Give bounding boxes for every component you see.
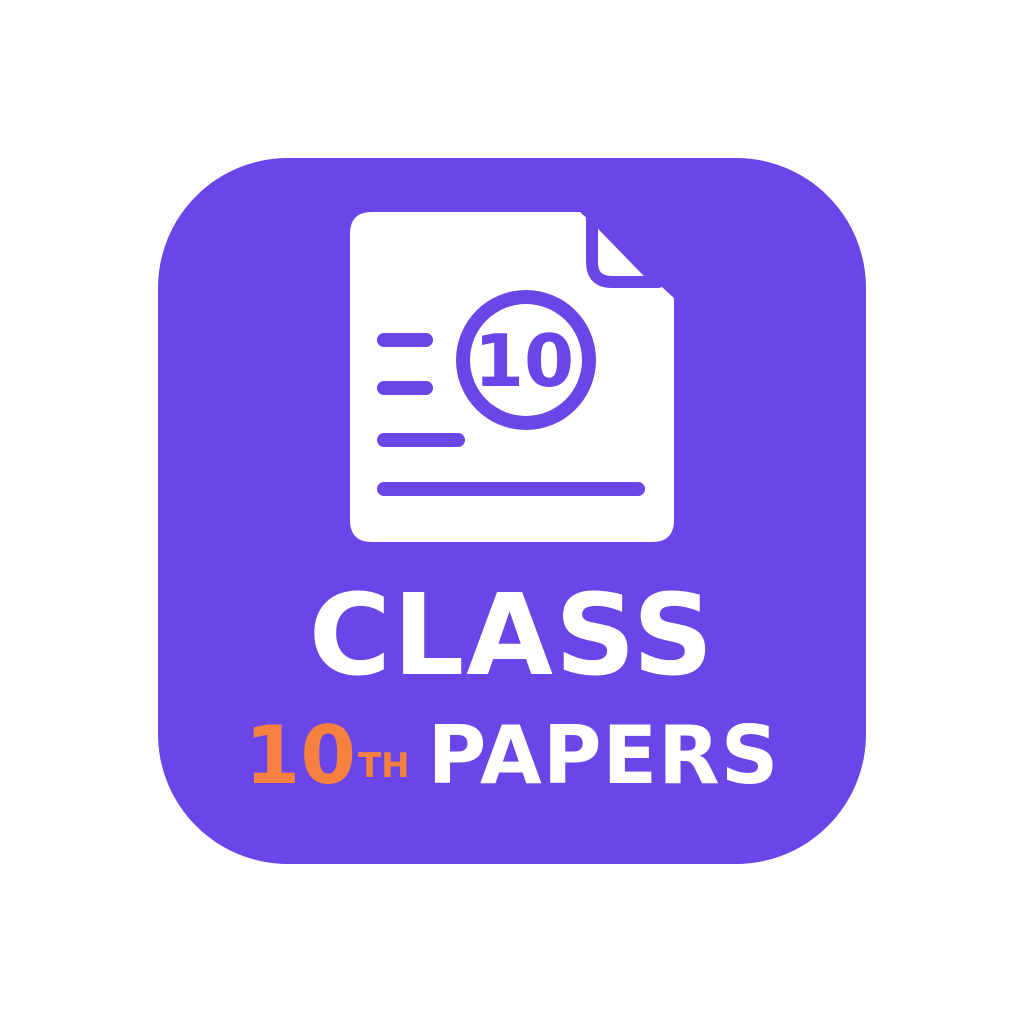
title-papers: PAPERS [427,709,780,802]
grade-suffix: TH [357,746,410,786]
document-icon: 10 [350,208,674,542]
title-class: CLASS [308,571,716,701]
grade-number: 10 [244,709,356,802]
document-corner-fold [586,208,664,288]
title-papers-row: 10TH PAPERS [0,716,1024,796]
app-icon-canvas: 10 CLASS 10TH PAPERS [0,0,1024,1024]
number-badge-text: 10 [474,319,574,403]
